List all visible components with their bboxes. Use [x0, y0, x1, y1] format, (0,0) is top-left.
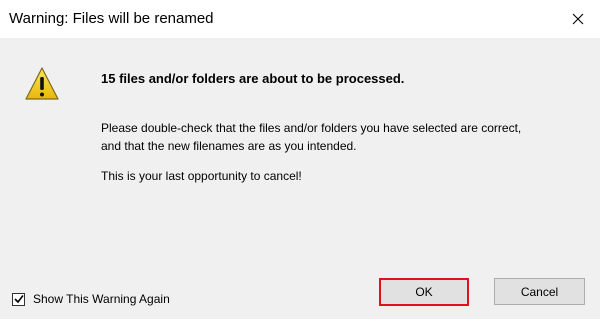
warning-body: Please double-check that the files and/o…: [101, 119, 571, 155]
dialog-title: Warning: Files will be renamed: [9, 10, 214, 27]
close-button[interactable]: [560, 4, 596, 34]
warning-headline: 15 files and/or folders are about to be …: [101, 71, 405, 86]
dialog-content: 15 files and/or folders are about to be …: [0, 38, 600, 274]
title-bar: Warning: Files will be renamed: [0, 0, 600, 38]
body-line-2: and that the new filenames are as you in…: [101, 139, 357, 153]
close-icon: [572, 13, 584, 25]
checkbox-box[interactable]: [12, 292, 25, 306]
cancel-button[interactable]: Cancel: [494, 278, 585, 305]
warning-triangle-icon: [25, 67, 59, 100]
checkmark-icon: [13, 295, 24, 304]
last-chance-text: This is your last opportunity to cancel!: [101, 169, 302, 183]
show-warning-checkbox[interactable]: Show This Warning Again: [12, 291, 170, 307]
checkbox-label: Show This Warning Again: [33, 292, 170, 306]
ok-button[interactable]: OK: [379, 278, 469, 306]
body-line-1: Please double-check that the files and/o…: [101, 121, 522, 135]
